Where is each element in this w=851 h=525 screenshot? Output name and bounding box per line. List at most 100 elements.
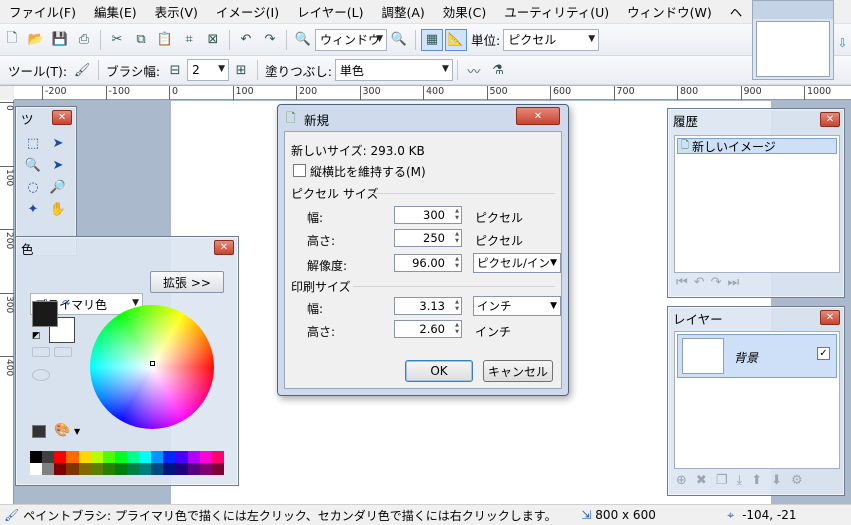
height-input[interactable]: 250 — [394, 229, 462, 247]
blend-mode-icon[interactable]: ⚗ — [487, 59, 509, 81]
palette-swatch[interactable] — [199, 451, 212, 463]
undo-icon[interactable]: ↶ — [235, 29, 257, 51]
add-to-palette-icon[interactable] — [32, 425, 46, 438]
palette-swatch[interactable] — [114, 463, 127, 475]
palette-swatch[interactable] — [90, 451, 103, 463]
expand-button[interactable]: 拡張 >> — [150, 271, 224, 293]
palette-swatch[interactable] — [54, 463, 67, 475]
unit-combo[interactable]: ピクセル ▼ — [503, 28, 600, 51]
paintbrush-icon[interactable]: 🖌 — [71, 59, 93, 81]
resolution-input[interactable]: 96.00 — [394, 254, 462, 272]
palette-swatch[interactable] — [78, 463, 91, 475]
close-icon[interactable]: ✕ — [214, 240, 234, 255]
pan-icon[interactable]: ✋ — [47, 199, 69, 220]
print-unit-select[interactable]: インチ ▼ — [473, 296, 561, 316]
menu-item[interactable]: ウィンドウ(W) — [618, 2, 721, 21]
menu-item[interactable]: ユーティリティ(U) — [495, 2, 618, 21]
duplicate-layer-icon[interactable]: ❐ — [716, 473, 728, 488]
palette-swatch[interactable] — [163, 463, 176, 475]
crop-icon[interactable]: ⌗ — [178, 29, 200, 51]
palette-swatch[interactable] — [30, 451, 43, 463]
swap-colors-icon[interactable]: ↷ — [62, 299, 70, 310]
palette-swatch[interactable] — [102, 463, 115, 475]
print-width-input[interactable]: 3.13 — [394, 297, 462, 315]
layer-visibility-checkbox[interactable]: ✓ — [817, 347, 830, 360]
menu-item[interactable]: イメージ(I) — [207, 2, 288, 21]
palette-swatch[interactable] — [187, 451, 200, 463]
keep-ratio-checkbox[interactable] — [293, 164, 306, 177]
close-icon[interactable]: ✕ — [52, 110, 72, 125]
decrease-icon[interactable]: ⊟ — [164, 59, 186, 81]
palette-swatch[interactable] — [42, 451, 55, 463]
palette-swatch[interactable] — [54, 451, 67, 463]
palette-swatch[interactable] — [127, 463, 140, 475]
zoom-out-icon[interactable]: 🔍 — [292, 29, 314, 51]
palette-swatch[interactable] — [139, 463, 152, 475]
paste-icon[interactable]: 📋 — [154, 29, 176, 51]
menu-item[interactable]: 表示(V) — [146, 2, 207, 21]
menu-item[interactable]: 調整(A) — [372, 2, 433, 21]
layer-properties-icon[interactable]: ⚙ — [791, 473, 803, 488]
deselect-icon[interactable]: ⊠ — [202, 29, 224, 51]
cancel-button[interactable]: キャンセル — [483, 360, 553, 382]
menu-item[interactable]: レイヤー(L) — [288, 2, 372, 21]
save-icon[interactable]: 💾 — [49, 29, 71, 51]
palette-swatch[interactable] — [66, 463, 79, 475]
grid-icon[interactable]: ▦ — [421, 28, 443, 51]
open-folder-icon[interactable]: 📂 — [25, 29, 47, 51]
palette-swatch[interactable] — [114, 451, 127, 463]
palette-swatch[interactable] — [175, 451, 188, 463]
ruler-icon[interactable]: 📐 — [445, 28, 467, 51]
color-wheel-cursor[interactable] — [150, 361, 155, 366]
print-icon[interactable]: ⎙ — [73, 29, 95, 51]
palette-swatch[interactable] — [102, 451, 115, 463]
palette-swatch[interactable] — [175, 463, 188, 475]
redo-icon[interactable]: ↷ — [259, 29, 281, 51]
close-icon[interactable]: ✕ — [820, 310, 840, 325]
menu-item[interactable]: 効果(C) — [434, 2, 495, 21]
brush-width-combo[interactable]: 2 ▼ — [187, 59, 230, 81]
rectangle-select-icon[interactable]: ⬚ — [22, 133, 44, 154]
menu-item[interactable]: ファイル(F) — [0, 2, 85, 21]
palette-swatch[interactable] — [90, 463, 103, 475]
palette-swatch[interactable] — [187, 463, 200, 475]
history-item[interactable]: 🗋 新しいイメージ — [677, 138, 837, 154]
close-icon[interactable]: ✕ — [516, 107, 560, 125]
menu-item[interactable]: 編集(E) — [85, 2, 146, 21]
palette-menu-icon[interactable]: 🎨 — [54, 423, 70, 438]
close-icon[interactable]: ✕ — [820, 112, 840, 127]
copy-icon[interactable]: ⧉ — [130, 29, 152, 51]
move-layer-up-icon[interactable]: ⬆ — [751, 473, 762, 488]
palette-swatch[interactable] — [199, 463, 212, 475]
resolution-unit-select[interactable]: ピクセル/インチ ▼ — [473, 253, 561, 273]
palette-swatch[interactable] — [151, 463, 164, 475]
increase-icon[interactable]: ⊞ — [230, 59, 252, 81]
palette-swatch[interactable] — [66, 451, 79, 463]
move-selection-icon[interactable]: ➤ — [47, 133, 69, 154]
palette-swatch[interactable] — [211, 463, 224, 475]
zoom-combo[interactable]: ウィンドウ ▼ — [315, 28, 387, 51]
palette-swatch[interactable] — [78, 451, 91, 463]
undo-icon[interactable]: ↶ — [694, 275, 705, 290]
rewind-icon[interactable]: ⏮ — [676, 275, 688, 290]
zoom-icon[interactable]: 🔎 — [47, 177, 69, 198]
cut-icon[interactable]: ✂ — [106, 29, 128, 51]
menu-item[interactable]: ヘ — [721, 2, 752, 21]
add-layer-icon[interactable]: ⊕ — [676, 473, 687, 488]
palette-swatch[interactable] — [151, 451, 164, 463]
move-selected-icon[interactable]: ➤ — [47, 155, 69, 176]
navigator-thumbnail[interactable] — [752, 0, 834, 80]
antialias-icon[interactable]: 〰 — [463, 59, 485, 81]
palette-swatch[interactable] — [42, 463, 55, 475]
magic-wand-icon[interactable]: ✦ — [22, 199, 44, 220]
palette-swatch[interactable] — [163, 451, 176, 463]
width-input[interactable]: 300 — [394, 206, 462, 224]
move-layer-down-icon[interactable]: ⬇ — [771, 473, 782, 488]
layer-row[interactable]: 背景 ✓ — [677, 334, 837, 378]
delete-layer-icon[interactable]: ✖ — [696, 473, 707, 488]
palette-swatch[interactable] — [127, 451, 140, 463]
fill-combo[interactable]: 単色 ▼ — [334, 59, 453, 81]
ellipse-select-icon[interactable]: ◌ — [22, 177, 44, 198]
primary-color-swatch[interactable] — [32, 301, 58, 327]
fast-forward-icon[interactable]: ⏭ — [728, 275, 740, 290]
